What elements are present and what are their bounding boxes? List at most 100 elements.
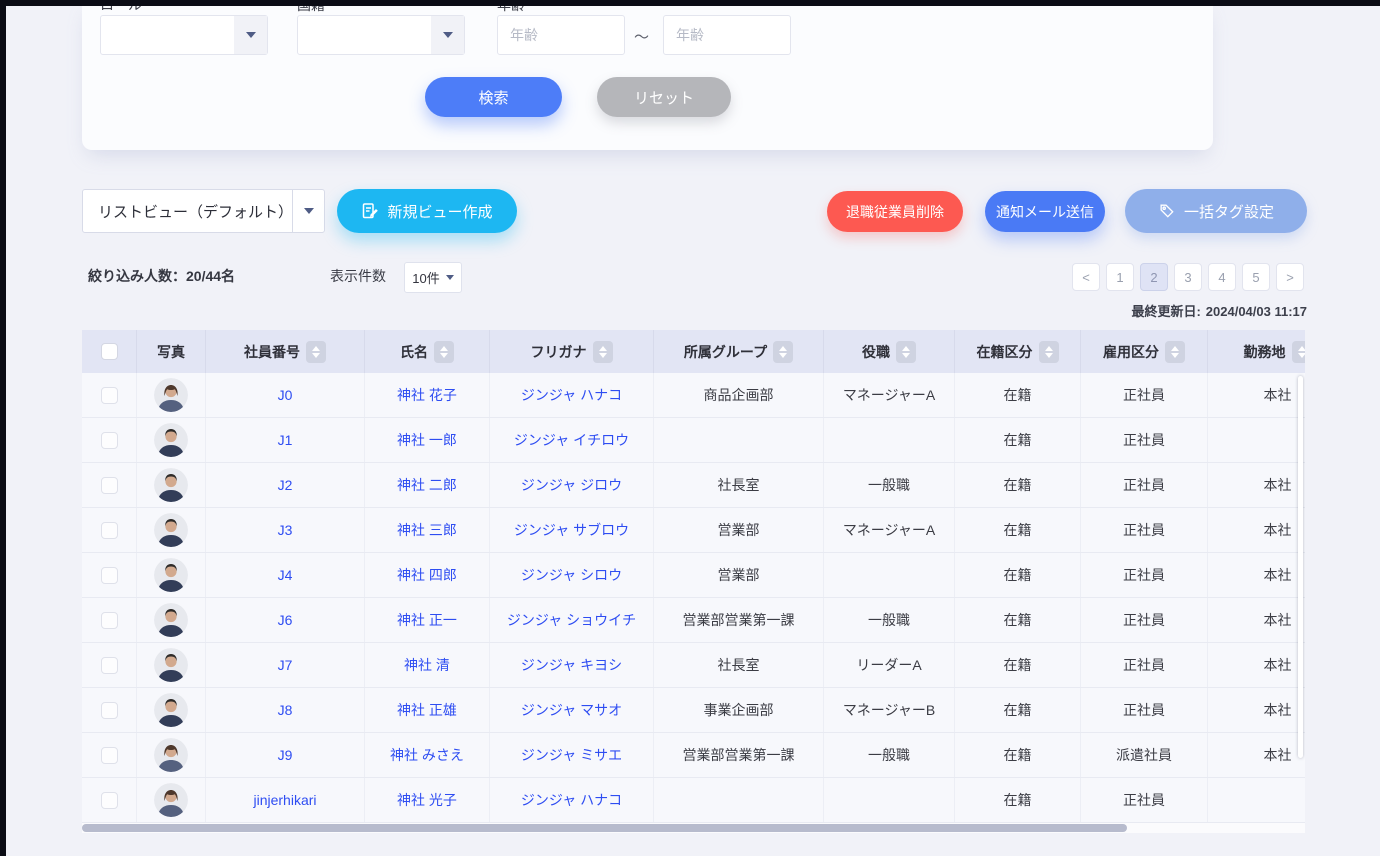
delete-retired-button[interactable]: 退職従業員削除 bbox=[827, 191, 963, 232]
pagination-page-4[interactable]: 4 bbox=[1208, 263, 1236, 291]
employee-name-link[interactable]: 神社 正雄 bbox=[397, 700, 457, 720]
name-cell: 神社 正雄 bbox=[364, 688, 489, 732]
pagination-page-1[interactable]: 1 bbox=[1106, 263, 1134, 291]
furigana-link[interactable]: ジンジャ イチロウ bbox=[514, 430, 629, 450]
row-checkbox[interactable] bbox=[101, 387, 118, 404]
table-row: J3神社 三郎ジンジャ サブロウ営業部マネージャーA在籍正社員本社 bbox=[82, 508, 1305, 553]
position-cell: リーダーA bbox=[823, 643, 954, 687]
employee-no-link[interactable]: J7 bbox=[278, 657, 293, 673]
search-button[interactable]: 検索 bbox=[425, 77, 562, 117]
name-cell: 神社 三郎 bbox=[364, 508, 489, 552]
sort-button[interactable] bbox=[306, 341, 326, 363]
employee-name-link[interactable]: 神社 正一 bbox=[397, 610, 457, 630]
furigana-link[interactable]: ジンジャ キヨシ bbox=[521, 655, 622, 675]
age-to-input[interactable] bbox=[663, 15, 791, 55]
group-value: 営業部営業第一課 bbox=[683, 610, 795, 630]
employment-value: 正社員 bbox=[1123, 430, 1165, 450]
list-view-select[interactable]: リストビュー（デフォルト） bbox=[82, 189, 325, 233]
row-checkbox[interactable] bbox=[101, 477, 118, 494]
furigana-link[interactable]: ジンジャ マサオ bbox=[521, 700, 622, 720]
employment-cell: 正社員 bbox=[1080, 553, 1207, 597]
furigana-cell: ジンジャ ショウイチ bbox=[489, 598, 653, 642]
sort-button[interactable] bbox=[1039, 341, 1059, 363]
furigana-link[interactable]: ジンジャ ハナコ bbox=[521, 385, 622, 405]
position-cell bbox=[823, 778, 954, 822]
row-checkbox[interactable] bbox=[101, 522, 118, 539]
enrollment-cell: 在籍 bbox=[954, 643, 1080, 687]
sort-button[interactable] bbox=[1292, 341, 1306, 363]
employee-name-link[interactable]: 神社 光子 bbox=[397, 790, 457, 810]
furigana-link[interactable]: ジンジャ ジロウ bbox=[521, 475, 622, 495]
furigana-link[interactable]: ジンジャ ショウイチ bbox=[507, 610, 636, 630]
employment-value: 正社員 bbox=[1123, 655, 1165, 675]
sort-button[interactable] bbox=[773, 341, 793, 363]
employee-no-link[interactable]: J0 bbox=[278, 387, 293, 403]
row-checkbox[interactable] bbox=[101, 432, 118, 449]
row-checkbox[interactable] bbox=[101, 792, 118, 809]
employee-name-link[interactable]: 神社 みさえ bbox=[390, 745, 464, 765]
employee-no-link[interactable]: J8 bbox=[278, 702, 293, 718]
horizontal-scrollbar-thumb[interactable] bbox=[82, 824, 1127, 832]
employee-name-link[interactable]: 神社 一郎 bbox=[397, 430, 457, 450]
location-value: 本社 bbox=[1264, 745, 1292, 765]
employee-no-link[interactable]: J1 bbox=[278, 432, 293, 448]
age-from-input[interactable] bbox=[497, 15, 625, 55]
select-all-cell bbox=[82, 330, 136, 373]
row-checkbox[interactable] bbox=[101, 657, 118, 674]
column-header: フリガナ bbox=[489, 330, 653, 373]
enrollment-value: 在籍 bbox=[1004, 385, 1032, 405]
employment-cell: 正社員 bbox=[1080, 373, 1207, 417]
row-checkbox[interactable] bbox=[101, 612, 118, 629]
role-select[interactable] bbox=[100, 15, 268, 55]
employee-no-link[interactable]: J6 bbox=[278, 612, 293, 628]
employee-name-link[interactable]: 神社 清 bbox=[404, 655, 450, 675]
row-checkbox[interactable] bbox=[101, 702, 118, 719]
nationality-select[interactable] bbox=[297, 15, 465, 55]
pagination-page-3[interactable]: 3 bbox=[1174, 263, 1202, 291]
employee-avatar bbox=[154, 513, 188, 547]
horizontal-scrollbar-track[interactable] bbox=[82, 823, 1305, 833]
employee-name-link[interactable]: 神社 四郎 bbox=[397, 565, 457, 585]
vertical-scrollbar-thumb[interactable] bbox=[1298, 376, 1303, 758]
create-view-button[interactable]: 新規ビュー作成 bbox=[337, 189, 517, 233]
location-cell: 本社 bbox=[1207, 373, 1305, 417]
pagination-page-5[interactable]: 5 bbox=[1242, 263, 1270, 291]
sort-button[interactable] bbox=[896, 341, 916, 363]
pagination-page-2[interactable]: 2 bbox=[1140, 263, 1168, 291]
column-header-label: 在籍区分 bbox=[977, 342, 1033, 362]
select-all-checkbox[interactable] bbox=[101, 343, 118, 360]
location-cell bbox=[1207, 418, 1305, 462]
pagination-prev-button[interactable]: < bbox=[1072, 263, 1100, 291]
table-header-row: 写真社員番号氏名フリガナ所属グループ役職在籍区分雇用区分勤務地 bbox=[82, 330, 1305, 373]
employee-name-link[interactable]: 神社 花子 bbox=[397, 385, 457, 405]
page-size-select[interactable]: 10件 bbox=[404, 262, 462, 293]
sort-button[interactable] bbox=[434, 341, 454, 363]
employee-name-link[interactable]: 神社 二郎 bbox=[397, 475, 457, 495]
furigana-link[interactable]: ジンジャ サブロウ bbox=[514, 520, 629, 540]
employee-avatar bbox=[154, 378, 188, 412]
furigana-cell: ジンジャ ハナコ bbox=[489, 373, 653, 417]
sort-button[interactable] bbox=[1165, 341, 1185, 363]
furigana-link[interactable]: ジンジャ ハナコ bbox=[521, 790, 622, 810]
table-row: J2神社 二郎ジンジャ ジロウ社長室一般職在籍正社員本社 bbox=[82, 463, 1305, 508]
location-cell bbox=[1207, 778, 1305, 822]
reset-button[interactable]: リセット bbox=[597, 77, 731, 117]
enrollment-value: 在籍 bbox=[1004, 700, 1032, 720]
sort-button[interactable] bbox=[593, 341, 613, 363]
pagination-next-button[interactable]: > bbox=[1276, 263, 1304, 291]
employee-no-link[interactable]: jinjerhikari bbox=[253, 792, 316, 808]
furigana-link[interactable]: ジンジャ シロウ bbox=[521, 565, 622, 585]
furigana-link[interactable]: ジンジャ ミサエ bbox=[521, 745, 622, 765]
bulk-tag-button[interactable]: 一括タグ設定 bbox=[1125, 189, 1307, 233]
employee-no-link[interactable]: J3 bbox=[278, 522, 293, 538]
send-notification-mail-button[interactable]: 通知メール送信 bbox=[985, 191, 1105, 232]
employee-no-link[interactable]: J4 bbox=[278, 567, 293, 583]
row-checkbox[interactable] bbox=[101, 567, 118, 584]
row-checkbox[interactable] bbox=[101, 747, 118, 764]
furigana-cell: ジンジャ ミサエ bbox=[489, 733, 653, 777]
employee-name-link[interactable]: 神社 三郎 bbox=[397, 520, 457, 540]
employee-no-link[interactable]: J2 bbox=[278, 477, 293, 493]
group-cell: 営業部営業第一課 bbox=[653, 598, 823, 642]
employee-no-link[interactable]: J9 bbox=[278, 747, 293, 763]
location-value: 本社 bbox=[1264, 520, 1292, 540]
